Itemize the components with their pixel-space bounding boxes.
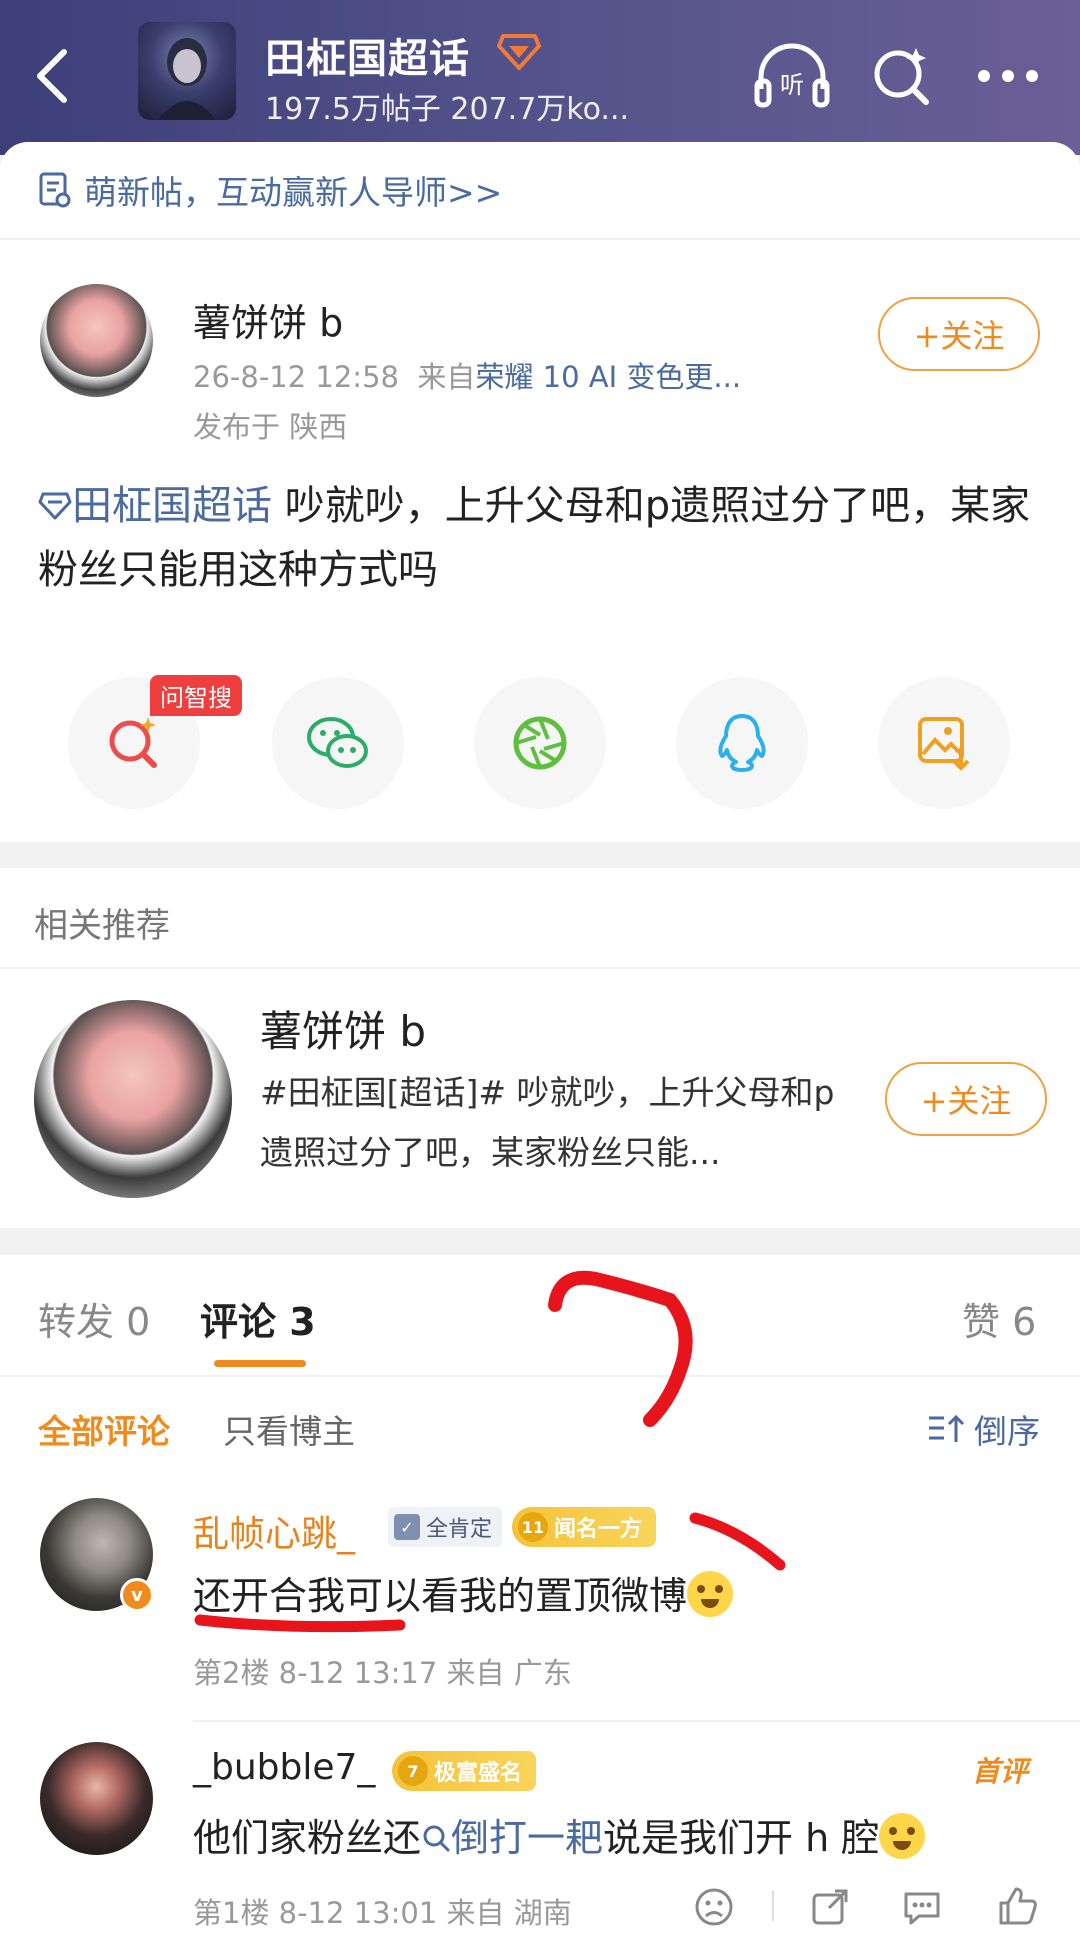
moments-aperture-icon [513, 716, 567, 770]
related-text[interactable]: #田柾国[超话]# 吵就吵，上升父母和p遗照过分了吧，某家粉丝只能... [260, 1063, 860, 1183]
ai-search-icon [109, 717, 157, 768]
search-keyword-link[interactable]: 倒打一耙 [421, 1816, 603, 1860]
more-dots-icon [978, 70, 1038, 82]
reply-button[interactable] [898, 1883, 946, 1931]
like-button[interactable] [994, 1883, 1042, 1931]
related-avatar[interactable] [34, 1000, 232, 1198]
calendar-check-icon: ✓ [394, 1514, 420, 1540]
post-body: 田柾国超话 吵就吵，上升父母和p遗照过分了吧，某家粉丝只能用这种方式吗 [38, 474, 1048, 602]
comment-meta: 第1楼 8-12 13:01 来自 湖南 [193, 1896, 572, 1930]
related-title: 相关推荐 [34, 906, 170, 946]
sort-button[interactable]: 倒序 [926, 1405, 1040, 1453]
commenter-name[interactable]: _bubble7_ [193, 1747, 375, 1788]
comment-text: 还开合我可以看我的置顶微博 [193, 1565, 734, 1620]
share-moments[interactable] [474, 677, 606, 809]
sort-label: 倒序 [974, 1412, 1040, 1451]
sort-icon [929, 1414, 965, 1442]
comment-icon [904, 1892, 940, 1925]
topic-avatar[interactable] [138, 22, 236, 120]
newbie-banner[interactable]: 萌新帖，互动赢新人导师>> [0, 142, 1080, 240]
tab-underline [214, 1360, 306, 1367]
verified-badge-icon: v [120, 1578, 154, 1612]
author-avatar[interactable] [40, 284, 153, 397]
related-card: 相关推荐 薯饼饼 b #田柾国[超话]# 吵就吵，上升父母和p遗照过分了吧，某家… [0, 868, 1080, 1228]
related-name[interactable]: 薯饼饼 b [260, 998, 426, 1059]
listen-label: 听 [780, 71, 804, 99]
filter-owner-only[interactable]: 只看博主 [223, 1405, 355, 1453]
interaction-tabs: 转发 0 评论 3 赞 6 [0, 1255, 1080, 1377]
banner-text: 萌新帖，互动赢新人导师>> [84, 173, 503, 212]
back-button[interactable] [28, 44, 76, 108]
divider [0, 967, 1080, 969]
ai-search-icon [874, 48, 929, 105]
wechat-icon [307, 717, 368, 768]
crying-emoji-icon [687, 1571, 734, 1617]
more-button[interactable] [968, 36, 1048, 116]
topic-stats: 197.5万帖子 207.7万ko... [265, 92, 630, 127]
post-location: 发布于 陕西 [193, 410, 348, 444]
topic-title: 田柾国超话 [265, 36, 470, 82]
back-arrow-icon [37, 49, 67, 103]
first-comment-badge: 首评 [972, 1755, 1029, 1788]
share-qq[interactable] [676, 677, 808, 809]
user-tag: ✓ 全肯定 [388, 1507, 503, 1547]
dislike-button[interactable] [690, 1883, 738, 1931]
from-label: 来自 [417, 360, 476, 394]
headphones-icon: 听 [754, 43, 830, 108]
post-time: 26-8-12 12:58 [193, 360, 399, 394]
comment-card: 转发 0 评论 3 赞 6 全部评论 只看博主 倒序 v 乱帧心跳_ ✓ 全肯定 … [0, 1255, 1080, 1950]
tab-repost[interactable]: 转发 0 [38, 1291, 150, 1346]
share-icon [812, 1889, 848, 1925]
save-image-icon [918, 717, 970, 771]
qq-penguin-icon [718, 714, 766, 772]
laugh-cry-emoji-icon [879, 1813, 926, 1859]
commenter-avatar[interactable] [40, 1742, 153, 1855]
fan-level-tag: 7 极富盛名 [392, 1751, 537, 1791]
search-button[interactable] [862, 36, 942, 116]
follow-button[interactable]: +关注 [878, 297, 1040, 371]
thumbs-up-icon [999, 1887, 1037, 1925]
commenter-name[interactable]: 乱帧心跳_ [193, 1505, 355, 1557]
share-wechat[interactable] [272, 677, 404, 809]
sad-face-icon [695, 1888, 733, 1926]
post-topic-link[interactable]: 田柾国超话 [38, 483, 272, 529]
related-follow-button[interactable]: +关注 [885, 1062, 1047, 1136]
tab-comment[interactable]: 评论 3 [200, 1291, 316, 1346]
super-topic-diamond-icon [497, 32, 541, 72]
divider [772, 1891, 774, 1921]
ask-search-tag: 问智搜 [150, 675, 242, 716]
author-name[interactable]: 薯饼饼 b [193, 292, 343, 347]
post-source[interactable]: 荣耀 10 AI 变色更... [475, 360, 741, 394]
divider [193, 1720, 1080, 1722]
fan-level-tag: 11 闻名一方 [512, 1507, 657, 1547]
share-button[interactable] [806, 1883, 854, 1931]
post-card: 萌新帖，互动赢新人导师>> 薯饼饼 b 26-8-12 12:58 来自荣耀 1… [0, 142, 1080, 842]
comment-text: 他们家粉丝还 倒打一耙说是我们开 h 腔 [193, 1807, 926, 1862]
diamond-icon [38, 492, 72, 520]
post-topic-text[interactable]: 田柾国超话 [72, 483, 272, 529]
share-save-image[interactable] [878, 677, 1010, 809]
topic-header: 田柾国超话 197.5万帖子 207.7万ko... 听 [0, 0, 1080, 155]
comment-meta: 第2楼 8-12 13:17 来自 广东 [193, 1656, 572, 1690]
document-icon [39, 172, 71, 208]
filter-all-comments[interactable]: 全部评论 [38, 1405, 170, 1453]
post-meta: 26-8-12 12:58 来自荣耀 10 AI 变色更... [193, 354, 741, 396]
tab-like[interactable]: 赞 6 [962, 1291, 1036, 1346]
listen-button[interactable]: 听 [752, 36, 832, 116]
search-icon [423, 1825, 450, 1852]
